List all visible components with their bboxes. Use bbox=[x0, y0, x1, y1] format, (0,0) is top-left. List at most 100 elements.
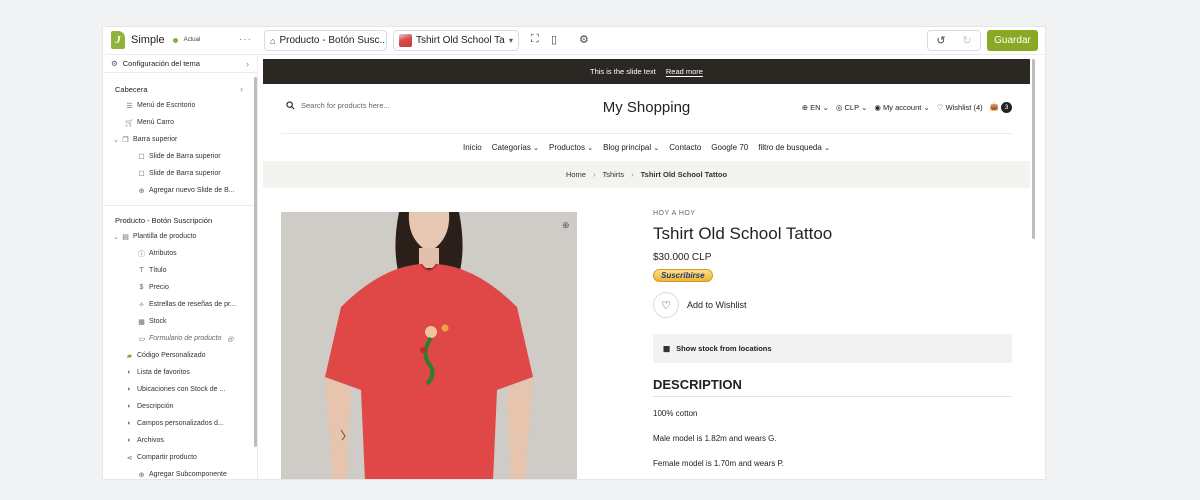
nav-label: filtro de busqueda bbox=[758, 143, 822, 152]
store-icon: ▦ bbox=[663, 344, 671, 353]
nav-item-blog[interactable]: Blog principal ⌄ bbox=[603, 143, 659, 152]
breadcrumb-home[interactable]: Home bbox=[566, 170, 586, 179]
language-selector[interactable]: ⊕ EN ⌄ bbox=[802, 103, 829, 112]
form-icon: ▭ bbox=[138, 335, 145, 343]
sidebar-item-top-bar[interactable]: ⌄ ❐ Barra superior bbox=[103, 131, 257, 148]
heart-icon[interactable]: ♡ bbox=[653, 292, 679, 318]
sidebar-item-custom-code[interactable]: ▰ Código Personalizado bbox=[103, 347, 257, 364]
add-circle-icon: ⊕ bbox=[138, 471, 145, 479]
bag-icon: 👜 bbox=[989, 102, 999, 111]
sidebar-item-label: Código Personalizado bbox=[137, 352, 206, 359]
currency-icon: ◎ bbox=[835, 103, 843, 112]
sidebar-item-add-slide[interactable]: ⊕ Agregar nuevo Slide de B... bbox=[103, 182, 257, 199]
square-icon: ☐ bbox=[138, 170, 145, 178]
nav-item-google[interactable]: Google 70 bbox=[711, 143, 748, 152]
sidebar-item-stock[interactable]: ▦ Stock bbox=[103, 313, 257, 330]
hidden-eye-icon[interactable]: ◎ bbox=[227, 335, 233, 343]
zoom-icon[interactable]: ⊕ bbox=[562, 220, 570, 231]
sidebar-item-custom-fields[interactable]: ◐ Campos personalizados d... bbox=[103, 415, 257, 432]
sidebar-item-add-subcomponent[interactable]: ⊕ Agregar Subcomponente bbox=[103, 466, 257, 479]
nav-item-categorias[interactable]: Categorías ⌄ bbox=[492, 143, 539, 152]
sidebar-item-title[interactable]: T Título bbox=[103, 262, 257, 279]
sidebar-item-attributes[interactable]: ⓘ Atributos bbox=[103, 245, 257, 262]
product-info: HOY A HOY Tshirt Old School Tattoo $30.0… bbox=[653, 210, 1012, 468]
sidebar-item-slide[interactable]: ☐ Slide de Barra superior bbox=[103, 148, 257, 165]
component-icon: ◐ bbox=[127, 386, 132, 393]
sidebar-item-desktop-menu[interactable]: ☰ Menú de Escritorio bbox=[103, 97, 257, 114]
app-logo: J bbox=[111, 31, 125, 49]
nav-item-filtro[interactable]: filtro de busqueda ⌄ bbox=[758, 143, 830, 152]
chevron-down-icon: ▾ bbox=[508, 36, 513, 45]
sidebar-item-files[interactable]: ◐ Archivos bbox=[103, 432, 257, 449]
breadcrumb-category[interactable]: Tshirts bbox=[602, 170, 624, 179]
theme-config-label: Configuración del tema bbox=[122, 59, 200, 68]
sidebar-item-slide[interactable]: ☐ Slide de Barra superior bbox=[103, 165, 257, 182]
product-image[interactable]: ⊕ bbox=[281, 212, 577, 479]
mobile-view-icon[interactable]: ▯ bbox=[551, 33, 557, 46]
top-toolbar: J Simple Actual ··· ⌂ Producto - Botón S… bbox=[103, 27, 1045, 55]
description-heading: DESCRIPTION bbox=[653, 377, 1012, 397]
announcement-link[interactable]: Read more bbox=[666, 67, 703, 76]
theme-config-item[interactable]: ⚙ Configuración del tema › bbox=[103, 55, 257, 73]
preview-scrollbar[interactable] bbox=[1032, 59, 1035, 239]
sidebar-item-product-form[interactable]: ▭ Formulario de producto ◎ bbox=[103, 330, 257, 347]
sidebar-item-stock-locations[interactable]: ◐ Ubicaciones con Stock de ... bbox=[103, 381, 257, 398]
sidebar-item-label: Agregar nuevo Slide de B... bbox=[149, 187, 235, 194]
sidebar-item-label: Archivos bbox=[137, 437, 164, 444]
sidebar-item-label: Agregar Subcomponente bbox=[149, 471, 227, 478]
product-select[interactable]: Tshirt Old School Tatto ▾ bbox=[393, 30, 519, 51]
nav-item-productos[interactable]: Productos ⌄ bbox=[549, 143, 593, 152]
template-select[interactable]: ⌂ Producto - Botón Susc... ▾ bbox=[264, 30, 387, 51]
chevron-down-icon: ⌄ bbox=[824, 145, 830, 152]
tshirt-model-illustration bbox=[281, 212, 577, 479]
header-section-label: Cabecera bbox=[115, 84, 148, 94]
sidebar-item-label: Estrellas de reseñas de pr... bbox=[149, 301, 236, 308]
settings-gear-icon[interactable]: ⚙ bbox=[579, 33, 589, 46]
product-title: Tshirt Old School Tattoo bbox=[653, 224, 833, 243]
sidebar-item-description[interactable]: ◐ Descripción bbox=[103, 398, 257, 415]
chevron-down-icon: ⌄ bbox=[587, 145, 594, 152]
template-section-label: Producto - Botón Suscripción bbox=[115, 215, 213, 225]
sidebar-item-review-stars[interactable]: ✧ Estrellas de reseñas de pr... bbox=[103, 296, 257, 313]
menu-icon: ☰ bbox=[126, 102, 133, 110]
app-name: Simple bbox=[131, 34, 165, 46]
sidebar-item-label: Plantilla de producto bbox=[133, 233, 197, 240]
product-vendor[interactable]: HOY A HOY bbox=[653, 210, 1012, 217]
announcement-bar: This is the slide text Read more bbox=[263, 59, 1030, 84]
undo-icon[interactable]: ↺ bbox=[936, 34, 945, 47]
template-icon: ▤ bbox=[122, 233, 129, 241]
theme-settings-icon: ⚙ bbox=[111, 59, 118, 68]
sidebar-item-cart-menu[interactable]: 🛒 Menú Carro bbox=[103, 114, 257, 131]
stock-locations-button[interactable]: ▦ Show stock from locations bbox=[653, 334, 1012, 363]
header-section-title[interactable]: Cabecera › bbox=[103, 81, 257, 97]
chevron-right-icon: › bbox=[592, 170, 596, 179]
subscribe-button[interactable]: Suscribirse bbox=[653, 269, 713, 282]
sidebar-item-wishlist[interactable]: ◐ Lista de favoritos bbox=[103, 364, 257, 381]
wishlist-link[interactable]: ♡ Wishlist (4) bbox=[937, 103, 983, 112]
cart-count-badge: 3 bbox=[1001, 102, 1012, 113]
sidebar-item-product-template[interactable]: ⌄ ▤ Plantilla de producto bbox=[103, 228, 257, 245]
chevron-down-icon: ⌄ bbox=[653, 145, 660, 152]
component-icon: ◐ bbox=[127, 403, 132, 410]
fullscreen-icon[interactable]: ⛶ bbox=[531, 33, 539, 46]
nav-item-inicio[interactable]: Inicio bbox=[463, 143, 482, 152]
nav-item-contacto[interactable]: Contacto bbox=[669, 143, 701, 152]
sidebar-item-price[interactable]: $ Precio bbox=[103, 279, 257, 296]
currency-selector[interactable]: ◎ CLP ⌄ bbox=[836, 103, 867, 112]
cart-link[interactable]: 👜 3 bbox=[990, 102, 1012, 113]
more-options-icon[interactable]: ··· bbox=[239, 34, 252, 45]
add-circle-icon: ⊕ bbox=[138, 187, 145, 195]
store-preview: This is the slide text Read more Search … bbox=[263, 59, 1030, 479]
add-to-wishlist[interactable]: ♡ Add to Wishlist bbox=[653, 292, 1012, 318]
save-button[interactable]: Guardar bbox=[987, 30, 1038, 51]
sidebar-scrollbar[interactable] bbox=[254, 77, 257, 447]
account-link[interactable]: ◉ My account ⌄ bbox=[874, 103, 929, 112]
heart-icon: ♡ bbox=[936, 103, 944, 112]
redo-icon[interactable]: ↻ bbox=[962, 34, 971, 47]
nav-label: Categorías bbox=[491, 143, 531, 152]
description-line: 100% cotton bbox=[653, 409, 698, 418]
sidebar-item-share[interactable]: ⋖ Compartir producto bbox=[103, 449, 257, 466]
chevron-right-icon: › bbox=[246, 58, 249, 69]
chevron-down-icon: ⌄ bbox=[113, 233, 119, 241]
currency-value: CLP bbox=[844, 103, 859, 112]
